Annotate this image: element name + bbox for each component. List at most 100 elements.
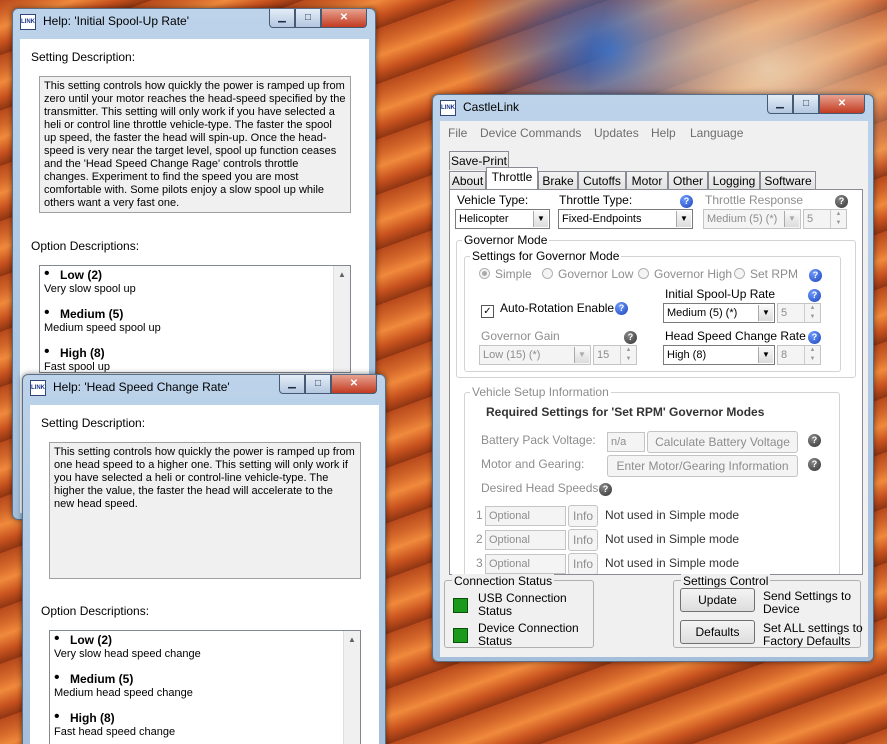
calculate-battery-voltage-button[interactable]: Calculate Battery Voltage xyxy=(647,431,798,453)
vehicle-type-label: Vehicle Type: xyxy=(457,193,529,207)
list-item: • Low (2) Very slow spool up xyxy=(44,265,136,295)
radio-set-rpm[interactable]: Set RPM xyxy=(734,267,798,281)
update-button[interactable]: Update xyxy=(680,588,755,612)
chevron-down-icon[interactable]: ▼ xyxy=(533,211,548,227)
scroll-up-icon[interactable]: ▲ xyxy=(334,266,350,283)
title-bar[interactable]: LINK Help: 'Initial Spool-Up Rate' ▁ □ ✕ xyxy=(13,9,375,35)
defaults-button[interactable]: Defaults xyxy=(680,620,755,644)
castlelink-window: LINK CastleLink ▁ □ ✕ File Device Comman… xyxy=(432,94,874,662)
window-title: CastleLink xyxy=(463,100,520,114)
minimize-icon[interactable]: ▁ xyxy=(269,9,295,28)
help-icon[interactable]: ? xyxy=(680,195,693,208)
head-speed-3-info-button[interactable]: Info xyxy=(568,553,598,574)
throttle-type-label: Throttle Type: xyxy=(559,193,633,207)
setting-description-label: Setting Description: xyxy=(41,416,146,430)
head-speed-1-input[interactable]: Optional xyxy=(485,506,566,526)
help-icon[interactable]: ? xyxy=(809,269,822,282)
help-window-head-speed: LINK Help: 'Head Speed Change Rate' ▁ □ … xyxy=(22,374,386,744)
enter-motor-gearing-button[interactable]: Enter Motor/Gearing Information xyxy=(607,455,798,477)
chevron-down-icon[interactable]: ▼ xyxy=(758,305,773,321)
initial-spool-label: Initial Spool-Up Rate xyxy=(665,287,776,301)
menu-device-commands[interactable]: Device Commands xyxy=(480,126,581,140)
radio-simple[interactable]: Simple xyxy=(479,267,532,281)
auto-rotation-checkbox[interactable]: ✓ Auto-Rotation Enable xyxy=(481,301,614,318)
tab-logging[interactable]: Logging xyxy=(708,171,760,190)
maximize-icon[interactable]: □ xyxy=(295,9,321,28)
head-speed-change-spin[interactable]: 8 ▲ ▼ xyxy=(777,345,821,365)
close-icon[interactable]: ✕ xyxy=(321,9,367,28)
close-icon[interactable]: ✕ xyxy=(331,375,377,394)
menu-help[interactable]: Help xyxy=(651,126,676,140)
initial-spool-spin[interactable]: 5 ▲ ▼ xyxy=(777,303,821,323)
spinner-arrows-icon[interactable]: ▲ ▼ xyxy=(804,346,820,364)
scroll-up-icon[interactable]: ▲ xyxy=(344,631,360,648)
help-icon[interactable]: ? xyxy=(808,434,821,447)
maximize-icon[interactable]: □ xyxy=(305,375,331,394)
setting-description-label: Setting Description: xyxy=(31,50,136,64)
tab-motor[interactable]: Motor xyxy=(626,171,668,190)
options-list[interactable]: • Low (2) Very slow head speed change • Me… xyxy=(49,630,361,744)
help-icon[interactable]: ? xyxy=(835,195,848,208)
governor-gain-select[interactable]: Low (15) (*) ▼ xyxy=(479,345,591,365)
initial-spool-select[interactable]: Medium (5) (*) ▼ xyxy=(663,303,775,323)
tab-other[interactable]: Other xyxy=(668,171,708,190)
head-speed-change-select[interactable]: High (8) ▼ xyxy=(663,345,775,365)
governor-mode-label: Governor Mode xyxy=(462,233,550,247)
radio-governor-high[interactable]: Governor High xyxy=(638,267,732,281)
description-box: This setting controls how quickly the po… xyxy=(49,442,361,579)
chevron-down-icon[interactable]: ▼ xyxy=(784,211,799,227)
radio-icon xyxy=(734,268,745,279)
list-item: • Low (2) Very slow head speed change xyxy=(54,630,201,660)
update-description: Send Settings to Device xyxy=(763,589,852,616)
menu-file[interactable]: File xyxy=(448,126,467,140)
head-speed-1-num: 1 xyxy=(476,508,483,522)
help-icon[interactable]: ? xyxy=(624,331,637,344)
spinner-arrows-icon[interactable]: ▲ ▼ xyxy=(620,346,636,364)
head-speed-3-note: Not used in Simple mode xyxy=(605,556,740,570)
governor-gain-spin[interactable]: 15 ▲ ▼ xyxy=(593,345,637,365)
help-icon[interactable]: ? xyxy=(615,302,628,315)
governor-gain-label: Governor Gain xyxy=(481,329,560,343)
chevron-down-icon[interactable]: ▼ xyxy=(574,347,589,363)
scrollbar[interactable]: ▲ xyxy=(343,631,360,744)
list-item: • High (8) Fast spool up xyxy=(44,343,111,373)
help-icon[interactable]: ? xyxy=(808,458,821,471)
radio-governor-low[interactable]: Governor Low xyxy=(542,267,633,281)
help-icon[interactable]: ? xyxy=(599,483,612,496)
title-bar[interactable]: LINK CastleLink ▁ □ ✕ xyxy=(433,95,873,121)
head-speed-1-info-button[interactable]: Info xyxy=(568,505,598,527)
head-speed-2-info-button[interactable]: Info xyxy=(568,529,598,551)
desired-head-speeds-label: Desired Head Speeds: xyxy=(481,481,602,495)
close-icon[interactable]: ✕ xyxy=(819,95,865,114)
spinner-arrows-icon[interactable]: ▲ ▼ xyxy=(804,304,820,322)
head-speed-3-input[interactable]: Optional xyxy=(485,554,566,574)
tab-brake[interactable]: Brake xyxy=(538,171,578,190)
castle-logo-icon: LINK xyxy=(20,14,36,30)
head-speed-2-input[interactable]: Optional xyxy=(485,530,566,550)
menu-language[interactable]: Language xyxy=(690,126,743,140)
chevron-down-icon[interactable]: ▼ xyxy=(758,347,773,363)
menu-updates[interactable]: Updates xyxy=(594,126,639,140)
scrollbar[interactable]: ▲ xyxy=(333,266,350,372)
title-bar[interactable]: LINK Help: 'Head Speed Change Rate' ▁ □ … xyxy=(23,375,385,401)
bullet-icon: • xyxy=(44,304,50,321)
spinner-arrows-icon[interactable]: ▲ ▼ xyxy=(830,210,846,228)
settings-for-governor-label: Settings for Governor Mode xyxy=(470,249,622,263)
tab-throttle[interactable]: Throttle xyxy=(486,167,538,189)
description-box: This setting controls how quickly the po… xyxy=(39,76,351,213)
minimize-icon[interactable]: ▁ xyxy=(279,375,305,394)
vehicle-type-select[interactable]: Helicopter ▼ xyxy=(455,209,550,229)
help-icon[interactable]: ? xyxy=(808,289,821,302)
throttle-type-select[interactable]: Fixed-Endpoints ▼ xyxy=(558,209,693,229)
tab-software[interactable]: Software xyxy=(760,171,816,190)
options-list[interactable]: • Low (2) Very slow spool up • Medium (5) … xyxy=(39,265,351,373)
head-speed-1-note: Not used in Simple mode xyxy=(605,508,740,522)
throttle-response-spin[interactable]: 5 ▲ ▼ xyxy=(803,209,847,229)
maximize-icon[interactable]: □ xyxy=(793,95,819,114)
throttle-response-select[interactable]: Medium (5) (*) ▼ xyxy=(703,209,801,229)
tab-about[interactable]: About xyxy=(449,171,486,190)
chevron-down-icon[interactable]: ▼ xyxy=(676,211,691,227)
tab-cutoffs[interactable]: Cutoffs xyxy=(578,171,626,190)
help-icon[interactable]: ? xyxy=(808,331,821,344)
minimize-icon[interactable]: ▁ xyxy=(767,95,793,114)
